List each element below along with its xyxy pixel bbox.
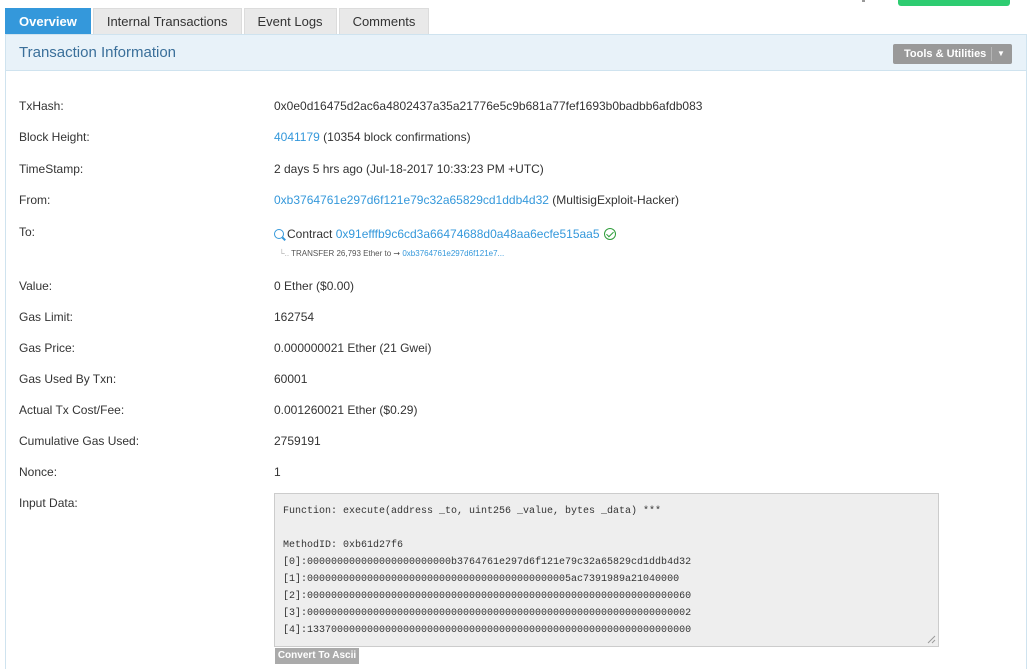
nonce-value: 1 [274, 465, 281, 479]
tab-internal-transactions[interactable]: Internal Transactions [92, 8, 242, 34]
transfer-text: TRANSFER 26,793 Ether to [291, 249, 392, 258]
tab-overview[interactable]: Overview [5, 8, 91, 34]
method-id: MethodID: 0xb61d27f6 [283, 540, 404, 551]
tx-fee-value: 0.001260021 Ether ($0.29) [274, 403, 418, 417]
from-address-tag: (MultisigExploit-Hacker) [552, 193, 679, 207]
txhash-label: TxHash: [19, 99, 64, 113]
param-line: [4]:133700000000000000000000000000000000… [283, 625, 692, 636]
resize-handle-icon[interactable] [926, 634, 936, 644]
input-data-label: Input Data: [19, 496, 78, 510]
cumulative-gas-label: Cumulative Gas Used: [19, 434, 140, 448]
gas-price-value: 0.000000021 Ether (21 Gwei) [274, 341, 432, 355]
contract-prefix: Contract [287, 227, 333, 241]
block-height-value: 4041179 (10354 block confirmations) [274, 130, 471, 144]
gas-limit-label: Gas Limit: [19, 310, 74, 324]
param-line: [2]:000000000000000000000000000000000000… [283, 591, 692, 602]
search-icon [274, 229, 284, 239]
gas-used-label: Gas Used By Txn: [19, 372, 117, 386]
tab-comments[interactable]: Comments [338, 8, 430, 34]
tools-utilities-label: Tools & Utilities [904, 48, 987, 60]
param-line: [1]:000000000000000000000000000000000000… [283, 574, 680, 585]
timestamp-value: 2 days 5 hrs ago (Jul-18-2017 10:33:23 P… [274, 162, 544, 176]
contract-address-link[interactable]: 0x91efffb9c6cd3a66474688d0a48aa6ecfe515a… [336, 227, 600, 241]
tree-branch-icon: └.. [279, 249, 290, 258]
function-signature: Function: execute(address _to, uint256 _… [283, 506, 662, 517]
from-address-link[interactable]: 0xb3764761e297d6f121e79c32a65829cd1ddb4d… [274, 193, 549, 207]
top-bar-fragment [862, 0, 865, 2]
block-confirmations: (10354 block confirmations) [323, 130, 471, 144]
from-value: 0xb3764761e297d6f121e79c32a65829cd1ddb4d… [274, 193, 679, 207]
convert-to-ascii-button[interactable]: Convert To Ascii [275, 648, 359, 664]
panel-title: Transaction Information [19, 44, 177, 61]
value-value: 0 Ether ($0.00) [274, 279, 355, 293]
gas-used-value: 60001 [274, 372, 308, 386]
top-green-button[interactable] [898, 0, 1010, 6]
nonce-label: Nonce: [19, 465, 58, 479]
timestamp-label: TimeStamp: [19, 162, 84, 176]
value-label: Value: [19, 279, 53, 293]
block-height-label: Block Height: [19, 130, 90, 144]
gas-limit-value: 162754 [274, 310, 315, 324]
gas-price-label: Gas Price: [19, 341, 76, 355]
internal-transfer-line: └.. TRANSFER 26,793 Ether to ➞ 0xb3764761… [279, 249, 504, 258]
transfer-address-link[interactable]: 0xb3764761e297d6f121e7... [402, 249, 504, 258]
input-data-textarea[interactable]: Function: execute(address _to, uint256 _… [274, 493, 939, 647]
dropdown-separator [991, 47, 992, 61]
from-label: From: [19, 193, 51, 207]
tx-fee-label: Actual Tx Cost/Fee: [19, 403, 125, 417]
param-line: [3]:000000000000000000000000000000000000… [283, 608, 692, 619]
txhash-value: 0x0e0d16475d2ac6a4802437a35a21776e5c9b68… [274, 99, 703, 113]
to-value: Contract 0x91efffb9c6cd3a66474688d0a48aa… [274, 227, 616, 241]
panel-header: Transaction Information Tools & Utilitie… [6, 35, 1026, 71]
tab-bar: Overview Internal Transactions Event Log… [5, 8, 431, 34]
chevron-down-icon: ▼ [997, 49, 1005, 58]
arrow-right-icon: ➞ [393, 249, 401, 258]
verified-check-icon [603, 228, 616, 240]
to-label: To: [19, 225, 36, 239]
block-height-link[interactable]: 4041179 [274, 130, 320, 144]
tools-utilities-dropdown[interactable]: Tools & Utilities ▼ [893, 44, 1012, 64]
tab-event-logs[interactable]: Event Logs [243, 8, 337, 34]
param-line: [0]:000000000000000000000000b3764761e297… [283, 557, 692, 568]
cumulative-gas-value: 2759191 [274, 434, 321, 448]
